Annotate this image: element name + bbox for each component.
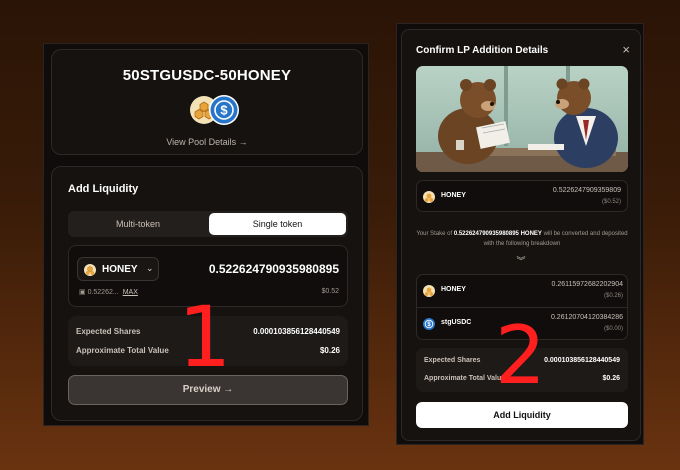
token-mode-toggle: Multi-token Single token [68,211,348,237]
double-chevron-down-icon: ︾ [516,256,526,266]
usdc-icon: $ [423,317,435,335]
breakdown-token-name: HONEY [441,286,466,293]
add-liquidity-title: Add Liquidity [68,183,139,195]
expected-shares-value: 0.000103856128440549 [544,357,620,364]
note-prefix: Your Stake of [416,231,453,237]
add-liquidity-button[interactable]: Add Liquidity [416,402,628,428]
breakdown-token-usd: ($0.26) [603,293,623,299]
breakdown-token-usd: ($0.00) [603,326,623,332]
pool-header-card: 50STGUSDC-50HONEY $ View Pool Details → [51,49,363,155]
step-1-annotation: 1 [178,288,232,386]
breakdown-row: HONEY 0.26115972682202904 ($0.26) [417,275,629,307]
input-token-row: HONEY 0.5226247909359809 ($0.52) [416,180,628,212]
input-token-name: HONEY [441,192,466,199]
conversion-note: Your Stake of 0.522624790935980895 HONEY… [416,229,628,249]
bears-illustration [416,66,628,172]
expected-shares-value: 0.000103856128440549 [253,327,340,336]
max-button[interactable]: MAX [123,289,138,296]
wallet-icon: ▣ [79,289,88,296]
view-pool-details-link[interactable]: View Pool Details → [52,137,362,147]
selected-token-name: HONEY [102,264,138,275]
breakdown-token-amount: 0.26120704120384286 [550,314,623,321]
chevron-down-icon: ⌄ [146,263,154,273]
token-usd-value: $0.52 [321,288,339,295]
input-token-usd: ($0.52) [601,199,621,205]
step-2-annotation: 2 [495,309,546,402]
total-value: $0.26 [319,346,340,355]
pool-token-icons: $ [190,94,246,126]
token-balance: ▣ 0.52262... MAX [79,288,138,296]
token-amount-input[interactable]: 0.522624790935980895 [209,262,339,276]
balance-value: 0.52262... [87,289,119,296]
tab-single-token[interactable]: Single token [209,213,346,235]
expected-shares-label: Expected Shares [76,327,141,336]
tab-multi-token[interactable]: Multi-token [70,213,206,235]
note-amount: 0.522624790935980895 HONEY [453,231,542,237]
honey-icon [423,284,435,302]
svg-text:$: $ [220,103,228,118]
honey-icon [423,190,435,208]
total-value-label: Approximate Total Value [424,375,506,382]
token-selector[interactable]: HONEY ⌄ [77,257,159,281]
honey-icon [84,263,96,281]
breakdown-token-amount: 0.26115972682202904 [551,281,623,288]
close-icon[interactable]: × [622,42,630,57]
input-token-amount: 0.5226247909359809 [552,187,621,194]
total-value: $0.26 [602,375,620,382]
expected-shares-label: Expected Shares [424,357,481,364]
breakdown-token-name: stgUSDC [441,319,472,326]
total-value-label: Approximate Total Value [76,346,169,355]
modal-title: Confirm LP Addition Details [416,45,549,56]
pool-title: 50STGUSDC-50HONEY [122,67,292,84]
